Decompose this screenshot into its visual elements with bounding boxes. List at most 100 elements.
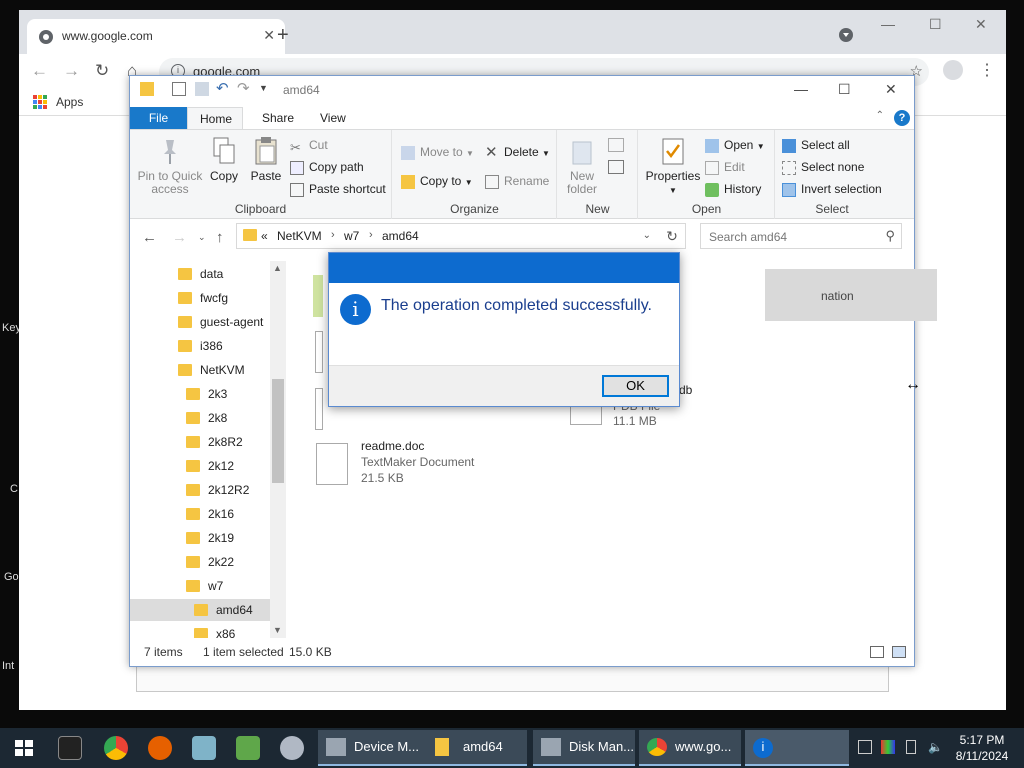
- scroll-down-icon[interactable]: ▼: [273, 625, 282, 635]
- cut-button[interactable]: ✂ Cut: [290, 136, 328, 155]
- nav-scrollbar[interactable]: ▲ ▼: [270, 261, 286, 638]
- select-none-button[interactable]: Select none: [782, 158, 864, 176]
- paste-button[interactable]: Paste: [248, 136, 284, 183]
- refresh-button[interactable]: ↻: [659, 223, 686, 249]
- forward-icon[interactable]: →: [172, 229, 187, 246]
- forward-icon[interactable]: →: [63, 61, 80, 81]
- tree-item-amd64[interactable]: amd64: [130, 599, 270, 621]
- properties-button[interactable]: Properties ▼: [645, 136, 701, 197]
- tree-item-x86[interactable]: x86: [194, 623, 235, 638]
- tab-file[interactable]: File: [130, 107, 187, 129]
- reload-icon[interactable]: ↻: [95, 61, 109, 81]
- app-icon[interactable]: [192, 736, 216, 760]
- pin-to-quick-access-button[interactable]: Pin to Quick access: [136, 136, 204, 196]
- taskbar-app-chrome[interactable]: www.go...: [639, 730, 741, 766]
- tree-item-2k12r2[interactable]: 2k12R2: [186, 479, 249, 501]
- minimize-button[interactable]: —: [881, 16, 895, 32]
- volume-muted-icon[interactable]: 🔈: [928, 740, 943, 754]
- terminal-icon[interactable]: [58, 736, 82, 760]
- history-button[interactable]: History: [705, 180, 761, 198]
- chrome-tab[interactable]: www.google.com ✕: [27, 19, 285, 54]
- new-tab-button[interactable]: +: [277, 24, 289, 47]
- scroll-up-icon[interactable]: ▲: [273, 263, 282, 273]
- invert-selection-button[interactable]: Invert selection: [782, 180, 882, 198]
- tree-item-fwcfg[interactable]: fwcfg: [178, 287, 228, 309]
- copy-to-button[interactable]: Copy to ▼: [401, 172, 473, 190]
- tree-item-2k8[interactable]: 2k8: [186, 407, 227, 429]
- recent-locations-icon[interactable]: ⌄: [198, 232, 206, 243]
- kebab-menu-icon[interactable]: ⋮: [979, 60, 995, 80]
- taskbar-app-device-manager[interactable]: Device M...: [318, 730, 430, 766]
- copy-button[interactable]: Copy: [208, 136, 240, 183]
- breadcrumb-overflow[interactable]: «: [261, 229, 268, 243]
- chevron-down-icon[interactable]: ⌄: [643, 230, 651, 241]
- back-icon[interactable]: ←: [31, 61, 48, 81]
- dialog-titlebar[interactable]: [329, 253, 679, 283]
- taskbar-clock[interactable]: 5:17 PM 8/11/2024: [950, 732, 1014, 764]
- back-icon[interactable]: ←: [142, 229, 157, 246]
- address-bar[interactable]: « NetKVM › w7 › amd64 ⌄: [236, 223, 686, 249]
- move-to-button[interactable]: Move to ▼: [401, 143, 474, 161]
- tree-item-w7[interactable]: w7: [186, 575, 223, 597]
- file-icon-partial[interactable]: [315, 331, 323, 373]
- usb-icon[interactable]: [906, 740, 916, 754]
- tree-item-data[interactable]: data: [178, 263, 223, 285]
- customize-quick-access-icon[interactable]: ▼: [259, 83, 268, 93]
- breadcrumb-netkvm[interactable]: NetKVM: [277, 229, 322, 243]
- delete-button[interactable]: ✕ Delete ▼: [485, 143, 550, 161]
- tree-item-2k16[interactable]: 2k16: [186, 503, 234, 525]
- tree-item-2k19[interactable]: 2k19: [186, 527, 234, 549]
- minimize-button[interactable]: —: [794, 81, 808, 97]
- profile-avatar[interactable]: [943, 60, 963, 80]
- tool-icon[interactable]: [280, 736, 304, 760]
- new-item-icon[interactable]: [608, 138, 624, 152]
- chevron-up-icon[interactable]: ⌃: [876, 110, 884, 121]
- paste-shortcut-button[interactable]: Paste shortcut: [290, 180, 386, 198]
- new-folder-button[interactable]: New folder: [564, 136, 600, 196]
- tree-item-2k12[interactable]: 2k12: [186, 455, 234, 477]
- easy-access-icon[interactable]: [608, 160, 624, 174]
- file-item-readme[interactable]: readme.doc TextMaker Document 21.5 KB: [361, 438, 474, 486]
- up-icon[interactable]: ↑: [216, 229, 224, 246]
- tree-item-2k3[interactable]: 2k3: [186, 383, 227, 405]
- display-icon[interactable]: [881, 740, 895, 754]
- network-icon[interactable]: [858, 740, 872, 754]
- tab-view[interactable]: View: [308, 107, 358, 129]
- close-icon[interactable]: ✕: [263, 27, 275, 44]
- search-input[interactable]: Search amd64 ⚲: [700, 223, 902, 249]
- apps-grid-icon[interactable]: [33, 95, 47, 109]
- large-icons-view-icon[interactable]: [892, 646, 906, 658]
- help-icon[interactable]: ?: [894, 110, 910, 126]
- tree-item-i386[interactable]: i386: [178, 335, 223, 357]
- chevron-right-icon[interactable]: ›: [369, 229, 373, 241]
- chevron-right-icon[interactable]: ›: [331, 229, 335, 241]
- taskbar-app-explorer[interactable]: amd64: [427, 730, 527, 766]
- redo-icon[interactable]: ↷: [237, 79, 250, 97]
- gear-icon[interactable]: [315, 388, 323, 430]
- chrome-icon[interactable]: [104, 736, 128, 760]
- open-button[interactable]: Open ▼: [705, 136, 765, 154]
- rename-button[interactable]: Rename: [485, 172, 549, 190]
- tree-item-guest-agent[interactable]: guest-agent: [178, 311, 263, 333]
- window-close-button[interactable]: ✕: [885, 81, 897, 98]
- firefox-icon[interactable]: [148, 736, 172, 760]
- apps-link[interactable]: Apps: [56, 95, 83, 109]
- breadcrumb-amd64[interactable]: amd64: [382, 229, 419, 243]
- ok-button[interactable]: OK: [602, 375, 669, 397]
- start-button[interactable]: [0, 728, 48, 768]
- scrollbar-thumb[interactable]: [272, 379, 284, 483]
- taskbar-app-disk-management[interactable]: Disk Man...: [533, 730, 635, 766]
- new-folder-quick-icon[interactable]: [195, 82, 209, 96]
- document-icon[interactable]: [316, 443, 348, 485]
- edit-button[interactable]: Edit: [705, 158, 745, 176]
- chevron-down-icon[interactable]: [839, 28, 853, 42]
- maximize-button[interactable]: ☐: [929, 16, 942, 33]
- window-close-button[interactable]: ✕: [975, 16, 987, 33]
- tree-item-2k8r2[interactable]: 2k8R2: [186, 431, 243, 453]
- tab-share[interactable]: Share: [250, 107, 306, 129]
- details-view-icon[interactable]: [870, 646, 884, 658]
- spreadsheet-icon[interactable]: [236, 736, 260, 760]
- copy-path-button[interactable]: Copy path: [290, 158, 364, 176]
- tab-home[interactable]: Home: [187, 107, 243, 129]
- properties-quick-icon[interactable]: [172, 82, 186, 96]
